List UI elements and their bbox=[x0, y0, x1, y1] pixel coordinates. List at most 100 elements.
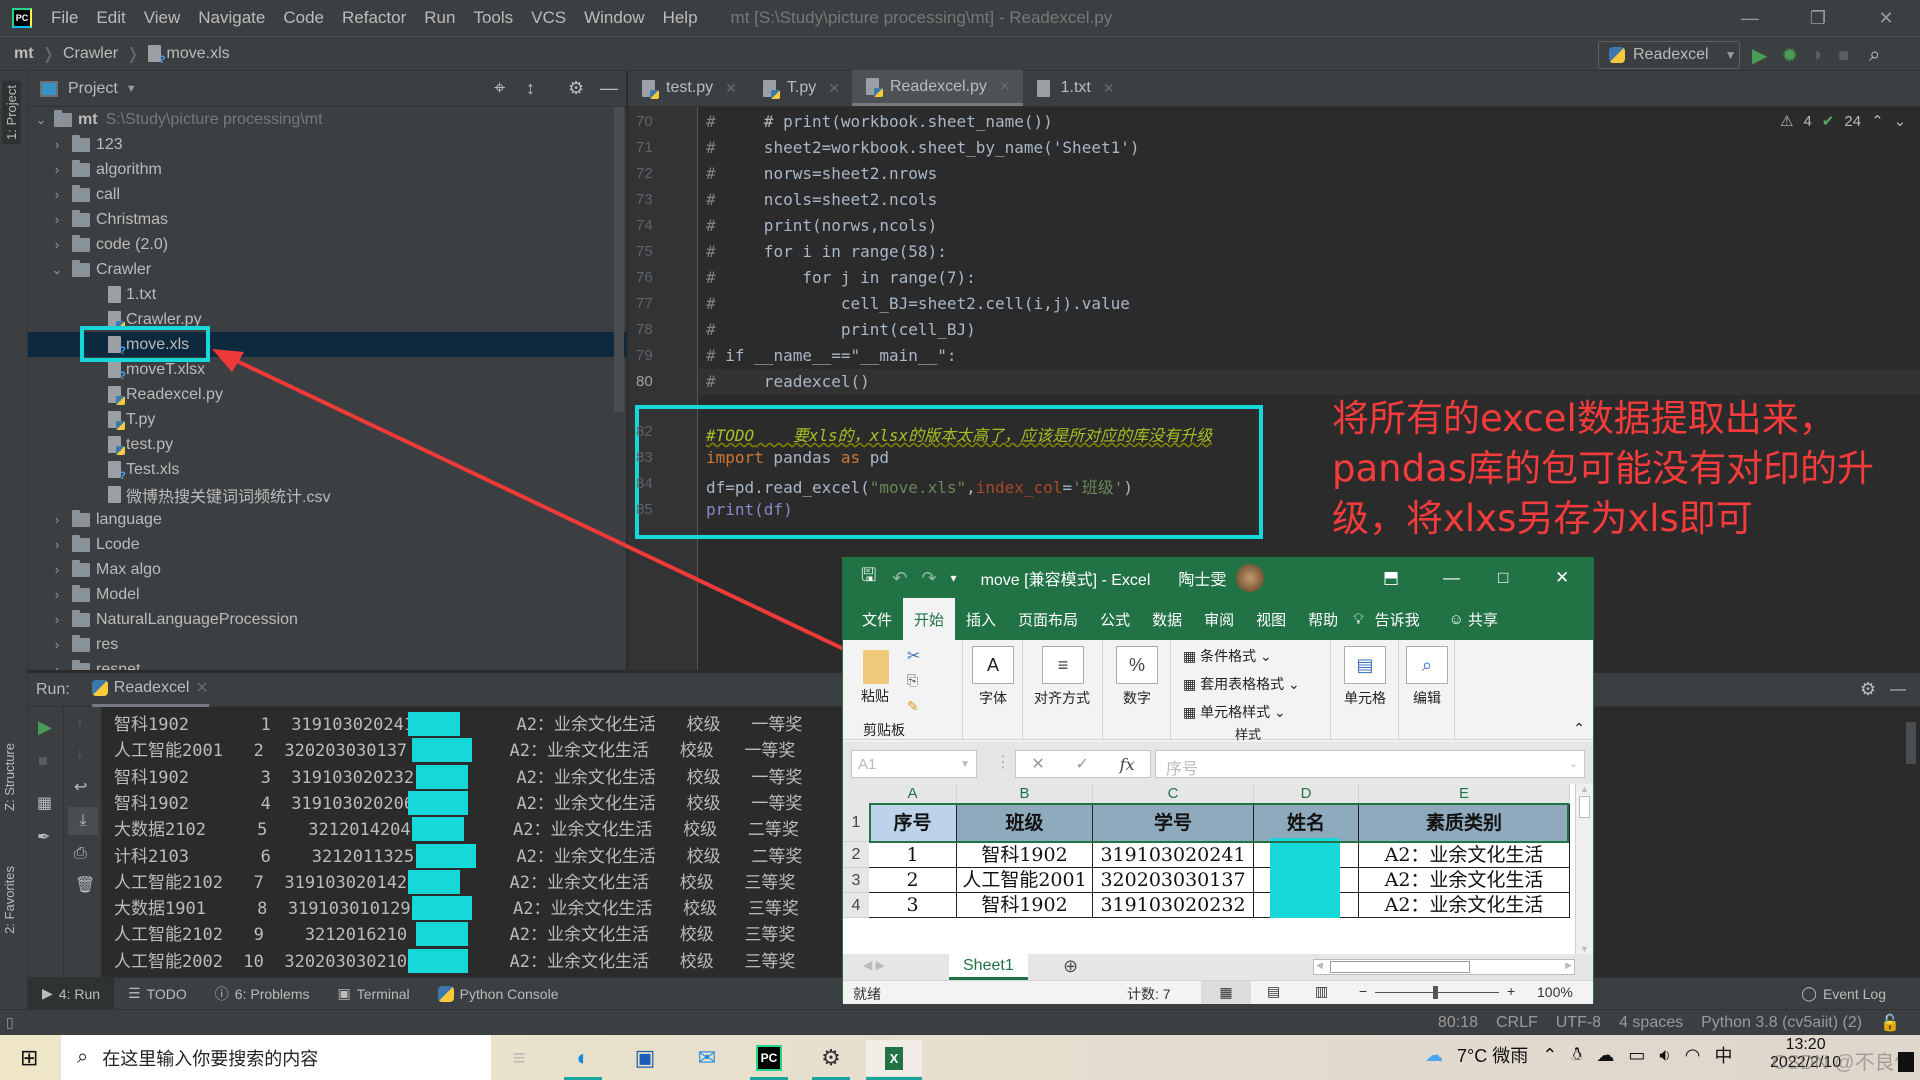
chevron-right-icon[interactable]: › bbox=[50, 187, 64, 202]
breadcrumb-file[interactable]: move.xls bbox=[167, 45, 230, 63]
battery-icon[interactable]: ▭ bbox=[1628, 1045, 1645, 1066]
sheet-tab[interactable]: Sheet1 bbox=[949, 954, 1028, 980]
find-icon[interactable]: ⌕ bbox=[1406, 646, 1448, 684]
scroll-left-icon[interactable]: ◀ bbox=[1316, 960, 1323, 971]
column-header[interactable]: E bbox=[1359, 784, 1570, 804]
cut-icon[interactable]: ✂ bbox=[907, 646, 920, 666]
alignment-icon[interactable]: ≡ bbox=[1042, 646, 1084, 684]
excel-taskbar-icon[interactable]: X bbox=[866, 1040, 922, 1080]
onedrive-icon[interactable]: ☁ bbox=[1596, 1045, 1614, 1066]
chevron-right-icon[interactable]: › bbox=[50, 587, 64, 602]
undo-icon[interactable]: ↶ bbox=[892, 568, 907, 589]
horizontal-scrollbar[interactable]: ◀ ▶ bbox=[1313, 959, 1575, 975]
mail-icon[interactable]: ✉ bbox=[688, 1040, 726, 1076]
menu-edit[interactable]: Edit bbox=[96, 8, 125, 28]
gear-icon[interactable]: ⚙ bbox=[568, 78, 584, 99]
excel-user-name[interactable]: 陶士雯 bbox=[1178, 566, 1226, 590]
vertical-scrollbar[interactable]: ▲ ▼ bbox=[1575, 784, 1593, 954]
excel-tab-help[interactable]: 帮助 bbox=[1297, 598, 1349, 640]
event-log-button[interactable]: ◯ Event Log bbox=[1787, 978, 1900, 1010]
volume-icon[interactable]: 🔉︎ bbox=[1659, 1045, 1670, 1066]
debug-icon[interactable]: ✹ bbox=[1781, 43, 1798, 68]
excel-tab-view[interactable]: 视图 bbox=[1245, 598, 1297, 640]
menu-refactor[interactable]: Refactor bbox=[342, 8, 406, 28]
file-encoding[interactable]: UTF-8 bbox=[1556, 1014, 1601, 1032]
chevron-down-icon[interactable]: ⌄ bbox=[34, 112, 48, 128]
excel-tab-insert[interactable]: 插入 bbox=[955, 598, 1007, 640]
alignment-label[interactable]: 对齐方式 bbox=[1034, 688, 1090, 708]
menu-window[interactable]: Window bbox=[584, 8, 644, 28]
grid-cell[interactable]: 序号 bbox=[869, 804, 957, 842]
scroll-thumb[interactable] bbox=[1579, 796, 1590, 818]
tree-root[interactable]: ⌄ mt S:\Study\picture processing\mt bbox=[28, 107, 626, 132]
hide-panel-icon[interactable]: — bbox=[600, 78, 618, 99]
close-icon[interactable]: ✕ bbox=[195, 678, 208, 698]
excel-minimize-button[interactable]: — bbox=[1443, 568, 1460, 588]
close-tab-icon[interactable]: ✕ bbox=[1103, 80, 1115, 97]
editor-tab[interactable]: T.py ✕ bbox=[749, 70, 852, 106]
tree-item[interactable]: › Max algo bbox=[28, 557, 626, 582]
qq-icon[interactable]: 🐧︎ bbox=[1571, 1044, 1582, 1067]
cell-style-button[interactable]: ▦ 单元格样式 ⌄ bbox=[1183, 702, 1286, 722]
run-configuration-select[interactable]: Readexcel ▼ bbox=[1598, 41, 1740, 69]
tree-item[interactable]: › Lcode bbox=[28, 532, 626, 557]
tree-item[interactable]: › res bbox=[28, 632, 626, 657]
gear-icon[interactable]: ⚙ bbox=[1860, 679, 1876, 700]
sheet-nav-icon[interactable]: ◀ ▶ bbox=[863, 958, 885, 972]
grid-cell[interactable]: 人工智能2001 bbox=[957, 868, 1093, 893]
breadcrumb-root[interactable]: mt bbox=[14, 45, 34, 63]
run-tab[interactable]: Readexcel ✕ bbox=[91, 673, 209, 707]
notification-icon[interactable] bbox=[1898, 1052, 1914, 1072]
tree-item[interactable]: › 123 bbox=[28, 132, 626, 157]
soft-wrap-icon[interactable]: ↩ bbox=[74, 777, 87, 797]
scroll-down-icon[interactable]: ▼ bbox=[1576, 944, 1593, 954]
grid-cell[interactable]: A2：业余文化生活 bbox=[1359, 893, 1570, 918]
paste-label[interactable]: 粘贴 bbox=[861, 686, 889, 706]
scroll-up-icon[interactable]: ▲ bbox=[1576, 784, 1593, 794]
excel-close-button[interactable]: ✕ bbox=[1555, 568, 1569, 588]
grid-cell[interactable]: 319103020232 bbox=[1093, 893, 1254, 918]
redo-icon[interactable]: ↷ bbox=[921, 568, 936, 589]
cells-label[interactable]: 单元格 bbox=[1344, 688, 1386, 708]
edge-browser-icon[interactable]: ◐ bbox=[564, 1040, 602, 1080]
save-icon[interactable]: 🖫 bbox=[861, 563, 876, 593]
stop-icon[interactable]: ■ bbox=[38, 753, 48, 771]
wifi-icon[interactable]: ◠ bbox=[1685, 1045, 1701, 1066]
menu-navigate[interactable]: Navigate bbox=[198, 8, 265, 28]
tool-tab-todo[interactable]: ☰ TODO bbox=[114, 978, 201, 1010]
tool-tab-problems[interactable]: ⓘ 6: Problems bbox=[201, 978, 324, 1010]
hide-panel-icon[interactable]: — bbox=[1890, 681, 1906, 699]
arrow-down-icon[interactable]: ↓ bbox=[76, 745, 84, 763]
chevron-right-icon[interactable]: › bbox=[50, 662, 64, 670]
python-interpreter[interactable]: Python 3.8 (cv5aiit) (2) bbox=[1701, 1014, 1862, 1032]
menu-file[interactable]: File bbox=[51, 8, 78, 28]
grid-cell[interactable]: 智科1902 bbox=[957, 842, 1093, 868]
locate-icon[interactable]: ⌖ bbox=[494, 77, 505, 100]
tree-item[interactable]: › algorithm bbox=[28, 157, 626, 182]
chevron-down-icon[interactable]: ⌄ bbox=[1569, 757, 1578, 770]
editor-tab[interactable]: 1.txt ✕ bbox=[1023, 70, 1127, 106]
page-break-view-icon[interactable]: ▥ bbox=[1315, 983, 1328, 1000]
excel-tab-file[interactable]: 文件 bbox=[851, 598, 903, 640]
taskbar-search[interactable]: ⌕ 在这里输入你要搜索的内容 bbox=[61, 1035, 491, 1080]
chevron-down-icon[interactable]: ⌄ bbox=[50, 262, 64, 278]
avatar[interactable] bbox=[1236, 564, 1265, 592]
format-painter-icon[interactable]: ✎ bbox=[907, 698, 919, 715]
chevron-down-icon[interactable]: ⌄ bbox=[1894, 112, 1907, 130]
chevron-right-icon[interactable]: › bbox=[50, 637, 64, 652]
zoom-in-button[interactable]: + bbox=[1507, 983, 1515, 999]
tree-item[interactable]: › code (2.0) bbox=[28, 232, 626, 257]
grid-cell[interactable]: 学号 bbox=[1093, 804, 1254, 842]
grid-cell[interactable]: 320203030137 bbox=[1093, 868, 1254, 893]
chevron-right-icon[interactable]: › bbox=[50, 212, 64, 227]
excel-tab-formulas[interactable]: 公式 bbox=[1089, 598, 1141, 640]
zoom-level[interactable]: 100% bbox=[1537, 984, 1573, 1000]
chevron-down-icon[interactable]: ▼ bbox=[126, 83, 137, 95]
windows-start-icon[interactable]: ⊞ bbox=[20, 1045, 38, 1071]
run-icon[interactable]: ▶ bbox=[1752, 43, 1767, 68]
excel-tab-home[interactable]: 开始 bbox=[903, 598, 956, 640]
weather-text[interactable]: 7°C 微雨 bbox=[1457, 1042, 1528, 1068]
ime-indicator[interactable]: 中 bbox=[1714, 1042, 1732, 1068]
excel-maximize-button[interactable]: □ bbox=[1498, 568, 1508, 588]
select-all-button[interactable] bbox=[843, 784, 869, 804]
